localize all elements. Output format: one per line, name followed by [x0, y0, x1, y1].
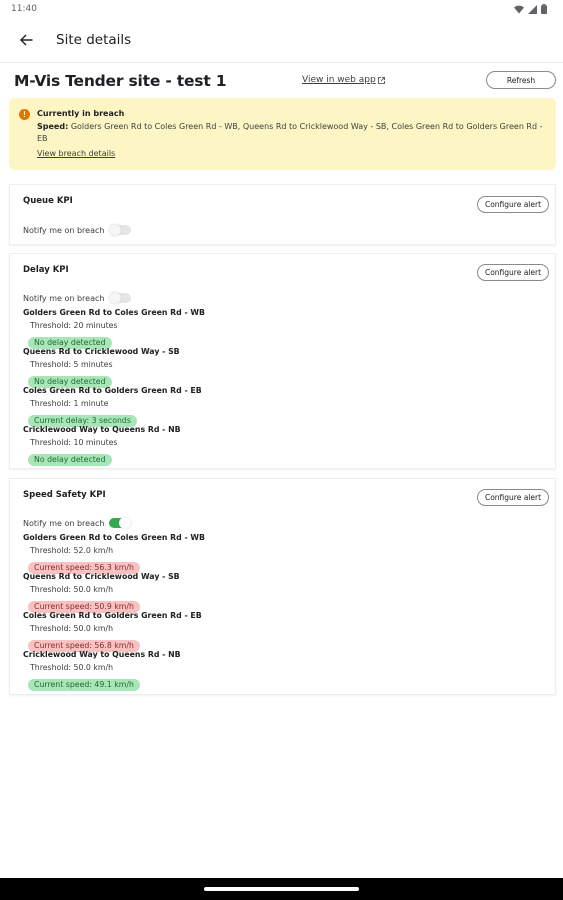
toggle-knob [109, 292, 122, 304]
breach-description: Speed: Golders Green Rd to Coles Green R… [37, 121, 547, 145]
route-threshold: Threshold: 52.0 km/h [30, 546, 114, 555]
app-bar: Site details [0, 20, 563, 62]
queue-kpi-title: Queue KPI [23, 196, 73, 206]
queue-configure-alert-button[interactable]: Configure alert [477, 196, 549, 213]
delay-route: Golders Green Rd to Coles Green Rd - WB … [23, 306, 543, 350]
speed-route: Coles Green Rd to Golders Green Rd - EB … [23, 609, 543, 653]
open-in-new-icon [377, 76, 385, 84]
navigation-bar [0, 878, 563, 900]
delay-notify-row: Notify me on breach [23, 292, 132, 304]
route-name: Queens Rd to Cricklewood Way - SB [23, 347, 180, 356]
route-threshold: Threshold: 50.0 km/h [30, 585, 114, 594]
battery-icon [541, 4, 547, 14]
breach-label: Speed: [37, 122, 69, 131]
status-bar: 11:40 [0, 0, 563, 20]
route-name: Cricklewood Way to Queens Rd - NB [23, 650, 181, 659]
delay-kpi-title: Delay KPI [23, 265, 69, 275]
status-icons [514, 4, 547, 14]
speed-safety-kpi-card: Speed Safety KPI Configure alert Notify … [9, 478, 556, 695]
speed-notify-row: Notify me on breach [23, 517, 132, 529]
delay-kpi-card: Delay KPI Configure alert Notify me on b… [9, 253, 556, 469]
wifi-icon [514, 5, 524, 13]
queue-notify-toggle[interactable] [109, 224, 132, 236]
delay-route: Coles Green Rd to Golders Green Rd - EB … [23, 384, 543, 428]
status-time: 11:40 [11, 4, 37, 14]
speed-notify-label: Notify me on breach [23, 518, 105, 528]
route-threshold: Threshold: 10 minutes [30, 438, 118, 447]
site-title: M-Vis Tender site - test 1 [14, 72, 227, 90]
site-header: M-Vis Tender site - test 1 View in web a… [0, 63, 563, 97]
queue-notify-row: Notify me on breach [23, 224, 132, 236]
queue-kpi-card: Queue KPI Configure alert Notify me on b… [9, 184, 556, 245]
web-link-label: View in web app [302, 75, 376, 85]
route-name: Coles Green Rd to Golders Green Rd - EB [23, 611, 202, 620]
status-badge: Current speed: 49.1 km/h [28, 679, 140, 691]
speed-configure-alert-button[interactable]: Configure alert [477, 489, 549, 506]
signal-icon [528, 4, 537, 14]
warning-icon: ! [19, 109, 30, 120]
view-breach-details-link[interactable]: View breach details [37, 149, 115, 158]
page-title: Site details [56, 32, 132, 48]
route-name: Queens Rd to Cricklewood Way - SB [23, 572, 180, 581]
delay-configure-alert-button[interactable]: Configure alert [477, 264, 549, 281]
route-threshold: Threshold: 50.0 km/h [30, 663, 114, 672]
speed-notify-toggle[interactable] [109, 517, 132, 529]
route-threshold: Threshold: 20 minutes [30, 321, 118, 330]
delay-route: Cricklewood Way to Queens Rd - NB Thresh… [23, 423, 543, 467]
route-name: Golders Green Rd to Coles Green Rd - WB [23, 308, 205, 317]
toggle-knob [119, 517, 132, 529]
speed-route: Golders Green Rd to Coles Green Rd - WB … [23, 531, 543, 575]
speed-kpi-title: Speed Safety KPI [23, 490, 106, 500]
status-badge: No delay detected [28, 454, 112, 466]
breach-title: Currently in breach [37, 109, 125, 118]
route-threshold: Threshold: 5 minutes [30, 360, 113, 369]
route-name: Cricklewood Way to Queens Rd - NB [23, 425, 181, 434]
route-threshold: Threshold: 1 minute [30, 399, 109, 408]
breach-routes: Golders Green Rd to Coles Green Rd - WB,… [37, 122, 543, 143]
queue-notify-label: Notify me on breach [23, 225, 105, 235]
speed-route: Cricklewood Way to Queens Rd - NB Thresh… [23, 648, 543, 692]
delay-notify-toggle[interactable] [109, 292, 132, 304]
refresh-button[interactable]: Refresh [486, 71, 556, 89]
delay-route: Queens Rd to Cricklewood Way - SB Thresh… [23, 345, 543, 389]
home-indicator[interactable] [204, 887, 359, 891]
delay-notify-label: Notify me on breach [23, 293, 105, 303]
route-threshold: Threshold: 50.0 km/h [30, 624, 114, 633]
breach-banner: ! Currently in breach Speed: Golders Gre… [9, 98, 556, 170]
back-button[interactable] [14, 30, 38, 50]
speed-route: Queens Rd to Cricklewood Way - SB Thresh… [23, 570, 543, 614]
route-name: Golders Green Rd to Coles Green Rd - WB [23, 533, 205, 542]
toggle-knob [109, 224, 122, 236]
view-in-web-app-link[interactable]: View in web app [302, 75, 385, 85]
arrow-back-icon [19, 34, 32, 46]
route-name: Coles Green Rd to Golders Green Rd - EB [23, 386, 202, 395]
